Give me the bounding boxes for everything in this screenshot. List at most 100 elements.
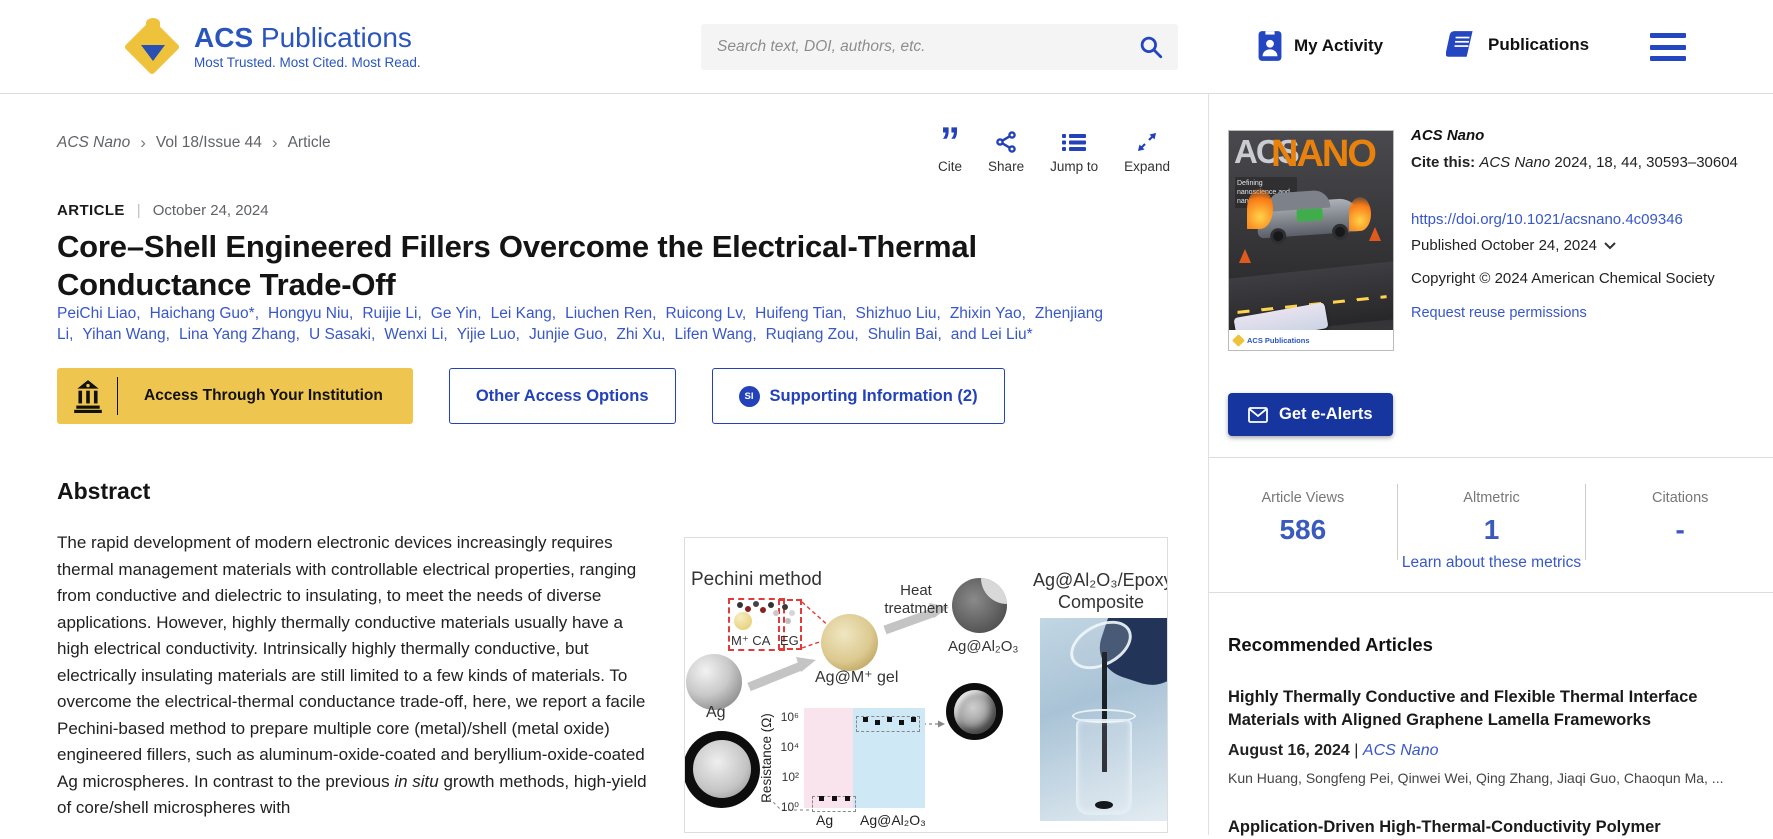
acs-mini-diamond-icon xyxy=(1232,334,1245,347)
author-link[interactable]: Shulin Bai, xyxy=(868,326,942,343)
access-institution-label: Access Through Your Institution xyxy=(144,387,383,405)
cover-nano: NANO xyxy=(1271,133,1375,176)
cite-this-line: Cite this: ACS Nano 2024, 18, 44, 30593–… xyxy=(1411,153,1761,173)
coated-sphere xyxy=(952,578,1007,633)
abstract-text: The rapid development of modern electron… xyxy=(57,530,654,822)
acs-logo-text: ACS Publications Most Trusted. Most Cite… xyxy=(194,23,421,70)
recommended-article-authors: Kun Huang, Songfeng Pei, Qinwei Wei, Qin… xyxy=(1228,770,1728,786)
other-access-button[interactable]: Other Access Options xyxy=(449,368,676,424)
author-link[interactable]: Yijie Luo, xyxy=(457,326,520,343)
published-date-dropdown[interactable]: Published October 24, 2024 xyxy=(1411,237,1761,254)
plot-ytick: 10⁴ xyxy=(777,740,799,754)
supporting-info-label: Supporting Information (2) xyxy=(770,387,978,406)
author-link[interactable]: Lifen Wang, xyxy=(674,326,756,343)
search-button[interactable] xyxy=(1124,24,1178,70)
jump-to-button[interactable]: Jump to xyxy=(1050,128,1098,174)
heat-treatment-label: Heat treatment xyxy=(881,582,951,618)
recommended-article-title[interactable]: Highly Thermally Conductive and Flexible… xyxy=(1228,686,1698,732)
share-label: Share xyxy=(988,159,1024,174)
composite-photo xyxy=(1040,618,1168,821)
plot-xtick-ag: Ag xyxy=(816,812,833,828)
ag-label: Ag xyxy=(706,704,726,722)
expand-label: Expand xyxy=(1124,159,1170,174)
breadcrumb-current: Article xyxy=(288,134,331,152)
author-link[interactable]: Ruicong Lv, xyxy=(665,305,746,322)
author-link[interactable]: Ge Yin, xyxy=(431,305,482,322)
author-link[interactable]: Ruijie Li, xyxy=(362,305,421,322)
recommended-journal-link[interactable]: ACS Nano xyxy=(1363,742,1439,759)
article-meta-row: ARTICLE | October 24, 2024 xyxy=(57,202,269,219)
author-link[interactable]: PeiChi Liao, xyxy=(57,305,141,322)
author-link[interactable]: and Lei Liu* xyxy=(951,326,1033,343)
gel-sphere xyxy=(821,614,878,671)
author-link[interactable]: Zhixin Yao, xyxy=(950,305,1026,322)
cite-label: Cite xyxy=(938,159,962,174)
nav-my-activity[interactable]: My Activity xyxy=(1256,30,1383,62)
copyright-text: Copyright © 2024 American Chemical Socie… xyxy=(1411,270,1761,287)
author-list: PeiChi Liao, Haichang Guo*, Hongyu Niu, Rui… xyxy=(57,303,1147,345)
article-toolbar: ” Cite Share Jump to Expand xyxy=(938,128,1170,174)
plot-ytick: 10² xyxy=(777,770,799,784)
menu-button[interactable] xyxy=(1650,33,1686,61)
plot-ytick: 10⁶ xyxy=(777,710,799,724)
cite-volume-pages: 2024, 18, 44, 30593–30604 xyxy=(1554,154,1738,171)
author-link[interactable]: Lei Kang, xyxy=(491,305,557,322)
reuse-permissions-link[interactable]: Request reuse permissions xyxy=(1411,305,1761,321)
divider xyxy=(1209,457,1773,458)
share-icon xyxy=(994,128,1018,156)
search-bar xyxy=(701,24,1178,70)
nav-publications[interactable]: Publications xyxy=(1446,30,1589,60)
get-ealerts-label: Get e-Alerts xyxy=(1279,405,1373,424)
my-activity-label: My Activity xyxy=(1294,36,1383,56)
logo-tagline: Most Trusted. Most Cited. Most Read. xyxy=(194,55,421,70)
acs-diamond-icon xyxy=(124,17,182,75)
author-link[interactable]: Ruqiang Zou, xyxy=(766,326,859,343)
author-link[interactable]: Huifeng Tian, xyxy=(755,305,846,322)
acs-logo[interactable]: ACS Publications Most Trusted. Most Cite… xyxy=(124,17,421,75)
flame-shape xyxy=(1247,189,1273,229)
share-button[interactable]: Share xyxy=(988,128,1024,174)
search-input[interactable] xyxy=(701,24,1124,70)
logo-publications: Publications xyxy=(261,22,412,53)
author-link[interactable]: U Sasaki, xyxy=(309,326,375,343)
author-link[interactable]: Yihan Wang, xyxy=(82,326,170,343)
cover-footer: ACS Publications xyxy=(1229,330,1393,350)
journal-cover[interactable]: ACS NANO Defining nanoscience and nanote… xyxy=(1228,130,1394,351)
get-ealerts-button[interactable]: Get e-Alerts xyxy=(1228,393,1393,436)
coated-label: Ag@Al₂O₃ xyxy=(948,638,1019,655)
chevron-right-icon: › xyxy=(272,133,278,153)
resistance-plot-points xyxy=(804,708,925,808)
author-link[interactable]: Liuchen Ren, xyxy=(565,305,656,322)
author-link[interactable]: Shizhuo Liu, xyxy=(856,305,941,322)
supporting-info-button[interactable]: SI Supporting Information (2) xyxy=(712,368,1005,424)
cover-footer-text: ACS Publications xyxy=(1247,336,1310,345)
chevron-down-icon xyxy=(1604,242,1616,250)
author-link[interactable]: Lina Yang Zhang, xyxy=(179,326,300,343)
envelope-icon xyxy=(1248,407,1268,423)
author-link[interactable]: Wenxi Li, xyxy=(384,326,447,343)
breadcrumb-journal[interactable]: ACS Nano xyxy=(57,134,130,152)
author-link[interactable]: Hongyu Niu, xyxy=(268,305,353,322)
access-institution-button[interactable]: Access Through Your Institution xyxy=(57,368,413,424)
breadcrumb-issue[interactable]: Vol 18/Issue 44 xyxy=(156,134,262,152)
abstract-italic: in situ xyxy=(394,772,438,791)
journal-name: ACS Nano xyxy=(1411,127,1761,144)
author-link[interactable]: Haichang Guo*, xyxy=(150,305,259,322)
author-link[interactable]: Zhi Xu, xyxy=(616,326,665,343)
sem-image-ag xyxy=(684,731,760,808)
recommended-article-title[interactable]: Application-Driven High-Thermal-Conducti… xyxy=(1228,816,1698,839)
access-options-row: Access Through Your Institution Other Ac… xyxy=(57,368,1005,424)
button-divider xyxy=(117,377,118,415)
publication-date: October 24, 2024 xyxy=(153,202,269,219)
author-link[interactable]: Junjie Guo, xyxy=(529,326,607,343)
list-icon xyxy=(1061,128,1087,156)
graphical-abstract[interactable]: Pechini method M⁺ CA EG Ag Ag@M⁺ gel Hea… xyxy=(684,537,1168,833)
doi-link[interactable]: https://doi.org/10.1021/acsnano.4c09346 xyxy=(1411,211,1761,228)
institution-icon xyxy=(73,379,103,413)
cite-button[interactable]: ” Cite xyxy=(938,128,962,174)
expand-button[interactable]: Expand xyxy=(1124,128,1170,174)
plot-xtick-coated: Ag@Al₂O₃ xyxy=(860,812,926,828)
book-icon xyxy=(1446,30,1478,60)
si-badge-icon: SI xyxy=(739,386,760,407)
learn-metrics-link[interactable]: Learn about these metrics xyxy=(1209,554,1773,572)
